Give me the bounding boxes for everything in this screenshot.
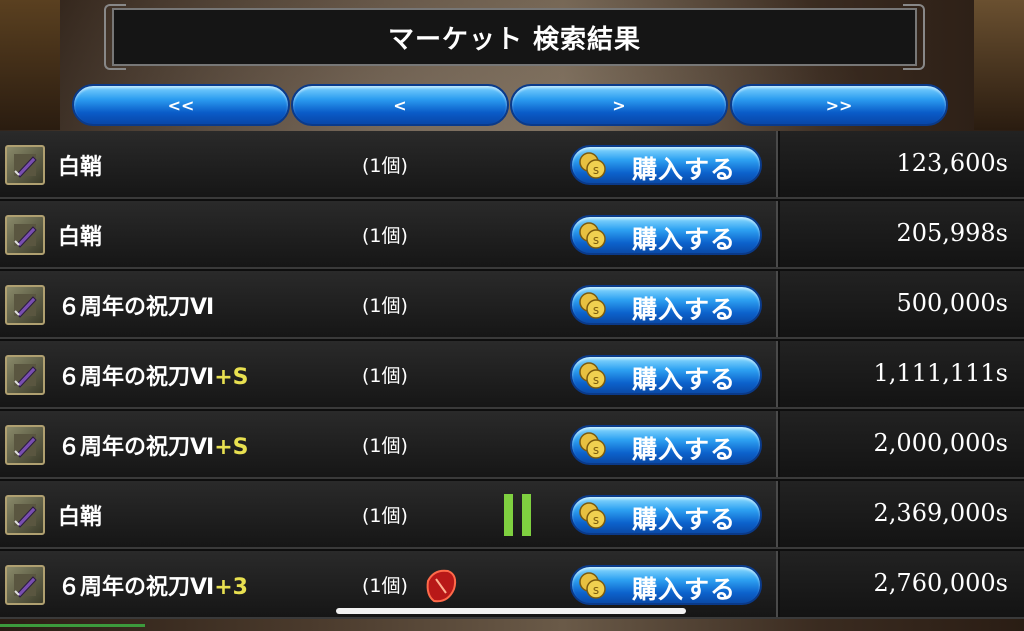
item-price: 123,600s [896, 149, 1008, 177]
coin-icon: s [579, 502, 606, 529]
background-ornament-left [0, 0, 60, 130]
item-quantity: (1個) [362, 575, 408, 597]
item-quantity: (1個) [362, 225, 408, 247]
svg-text:s: s [593, 303, 599, 317]
svg-text:s: s [593, 373, 599, 387]
item-name: ６周年の祝刀Ⅵ [58, 295, 215, 320]
market-result-list: 白鞘 (1個) s 購入する 123,600s 白鞘 (1個) s 購入する 2… [0, 131, 1024, 619]
item-quantity: (1個) [362, 505, 408, 527]
next-page-button[interactable]: > [510, 84, 728, 126]
buy-button[interactable]: s 購入する [570, 215, 762, 255]
buy-button[interactable]: s 購入する [570, 145, 762, 185]
coin-icon: s [579, 432, 606, 459]
item-quantity: (1個) [362, 155, 408, 177]
coin-icon: s [579, 572, 606, 599]
item-quantity: (1個) [362, 295, 408, 317]
item-name: ６周年の祝刀Ⅵ+S [58, 365, 249, 390]
buy-button[interactable]: s 購入する [570, 355, 762, 395]
table-row: 白鞘 (1個) s 購入する 205,998s [0, 201, 1024, 269]
buy-button-label: 購入する [632, 155, 737, 184]
item-cell: 白鞘 (1個) s 購入する [0, 131, 778, 197]
title-bar: マーケット 検索結果 [104, 4, 925, 70]
buy-button-label: 購入する [632, 575, 737, 604]
item-name: ６周年の祝刀Ⅵ+S [58, 435, 249, 460]
item-quantity: (1個) [362, 435, 408, 457]
price-cell: 500,000s [780, 271, 1024, 337]
page-title: マーケット 検索結果 [387, 24, 642, 55]
item-price: 2,760,000s [873, 569, 1008, 597]
price-cell: 123,600s [780, 131, 1024, 197]
buy-button-label: 購入する [632, 365, 737, 394]
item-name: 白鞘 [58, 505, 103, 530]
item-enhance-suffix: +S [214, 435, 249, 460]
item-cell: 白鞘 (1個) s 購入する [0, 201, 778, 267]
sword-icon [5, 565, 45, 605]
progress-strip [0, 624, 145, 627]
buy-button[interactable]: s 購入する [570, 425, 762, 465]
last-page-button[interactable]: >> [730, 84, 948, 126]
table-row: ６周年の祝刀Ⅵ (1個) s 購入する 500,000s [0, 271, 1024, 339]
item-cell: ６周年の祝刀Ⅵ+S (1個) s 購入する [0, 341, 778, 407]
svg-text:s: s [593, 163, 599, 177]
svg-text:s: s [593, 583, 599, 597]
price-cell: 2,369,000s [780, 481, 1024, 547]
sword-icon [5, 145, 45, 185]
table-row: ６周年の祝刀Ⅵ+S (1個) s 購入する 2,000,000s [0, 411, 1024, 479]
table-row: 白鞘 (1個) s 購入する 2,369,000s [0, 481, 1024, 549]
price-cell: 2,000,000s [780, 411, 1024, 477]
home-indicator[interactable] [336, 608, 686, 614]
coin-icon: s [579, 222, 606, 249]
item-quantity: (1個) [362, 365, 408, 387]
buy-button[interactable]: s 購入する [570, 495, 762, 535]
buy-button-label: 購入する [632, 435, 737, 464]
item-cell: ６周年の祝刀Ⅵ+S (1個) s 購入する [0, 411, 778, 477]
sword-icon [5, 425, 45, 465]
svg-text:s: s [593, 513, 599, 527]
item-price: 500,000s [896, 289, 1008, 317]
price-cell: 1,111,111s [780, 341, 1024, 407]
item-cell: ６周年の祝刀Ⅵ (1個) s 購入する [0, 271, 778, 337]
table-row: ６周年の祝刀Ⅵ+S (1個) s 購入する 1,111,111s [0, 341, 1024, 409]
buy-button-label: 購入する [632, 295, 737, 324]
item-enhance-suffix: +3 [214, 575, 248, 600]
price-cell: 2,760,000s [780, 551, 1024, 617]
item-name: ６周年の祝刀Ⅵ+3 [58, 575, 248, 600]
buy-button[interactable]: s 購入する [570, 565, 762, 605]
first-page-button[interactable]: << [72, 84, 290, 126]
coin-icon: s [579, 362, 606, 389]
item-price: 1,111,111s [873, 359, 1008, 387]
prev-page-button[interactable]: < [291, 84, 509, 126]
item-cell: 白鞘 (1個) s 購入する [0, 481, 778, 547]
sword-icon [5, 215, 45, 255]
item-price: 2,369,000s [873, 499, 1008, 527]
buy-button-label: 購入する [632, 505, 737, 534]
pagination-nav: << < > >> [72, 84, 948, 126]
sword-icon [5, 355, 45, 395]
coin-icon: s [579, 292, 606, 319]
buy-button[interactable]: s 購入する [570, 285, 762, 325]
pause-icon [504, 494, 534, 536]
item-name: 白鞘 [58, 155, 103, 180]
sword-icon [5, 495, 45, 535]
coin-icon: s [579, 152, 606, 179]
buy-button-label: 購入する [632, 225, 737, 254]
sword-icon [5, 285, 45, 325]
item-price: 2,000,000s [873, 429, 1008, 457]
item-name: 白鞘 [58, 225, 103, 250]
price-cell: 205,998s [780, 201, 1024, 267]
background-ornament-right [974, 0, 1024, 130]
svg-text:s: s [593, 443, 599, 457]
gem-icon [424, 567, 460, 605]
table-row: 白鞘 (1個) s 購入する 123,600s [0, 131, 1024, 199]
item-price: 205,998s [896, 219, 1008, 247]
svg-text:s: s [593, 233, 599, 247]
item-enhance-suffix: +S [214, 365, 249, 390]
